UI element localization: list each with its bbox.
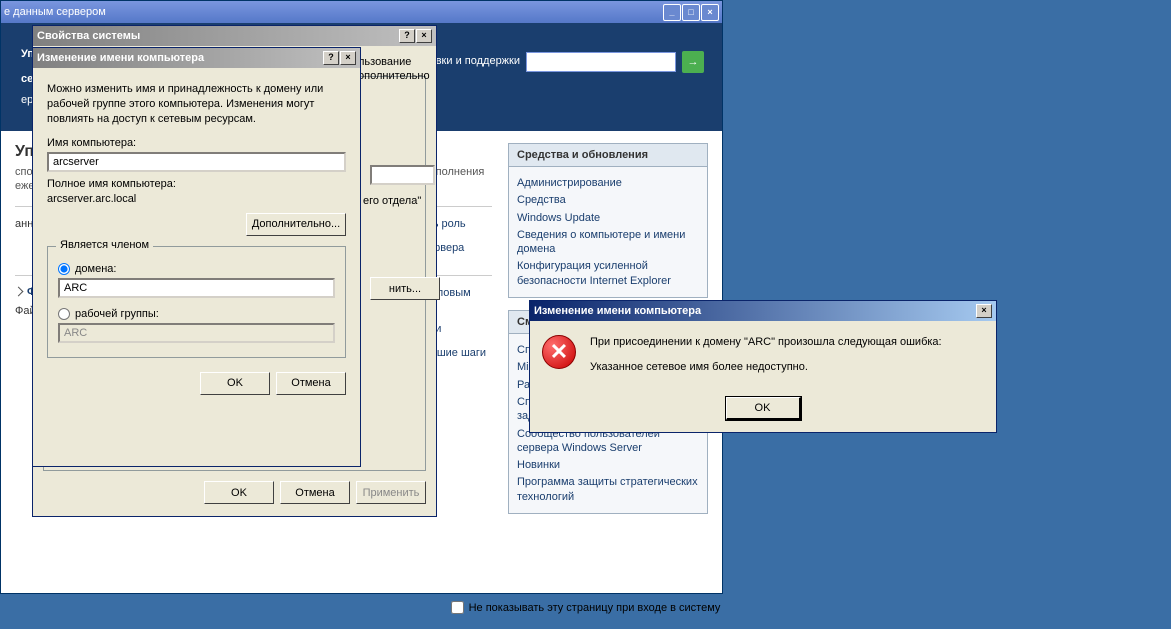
- cancel-button[interactable]: Отмена: [280, 481, 350, 504]
- obscured-input[interactable]: [370, 165, 435, 185]
- domain-radio[interactable]: [58, 263, 70, 275]
- obscured-change-button[interactable]: нить...: [370, 277, 440, 300]
- full-name-value: arcserver.arc.local: [47, 193, 346, 205]
- error-titlebar[interactable]: Изменение имени компьютера ×: [530, 301, 996, 321]
- apply-button[interactable]: Применить: [356, 481, 426, 504]
- side-link[interactable]: Сведения о компьютере и имени домена: [517, 228, 699, 257]
- side-link[interactable]: Windows Update: [517, 211, 699, 225]
- member-of-group: Является членом домена: рабочей группы:: [47, 246, 346, 358]
- search-go-button[interactable]: →: [682, 51, 704, 73]
- help-button[interactable]: ?: [399, 29, 415, 43]
- side-link[interactable]: Новинки: [517, 458, 699, 472]
- close-button[interactable]: ×: [416, 29, 432, 43]
- side-link[interactable]: Конфигурация усиленной безопасности Inte…: [517, 259, 699, 288]
- workgroup-input: [58, 323, 335, 343]
- workgroup-radio[interactable]: [58, 308, 70, 320]
- more-button[interactable]: Дополнительно...: [246, 213, 346, 236]
- ok-button[interactable]: OK: [726, 397, 801, 420]
- close-button[interactable]: ×: [976, 304, 992, 318]
- domain-label[interactable]: домена:: [75, 263, 116, 275]
- dont-show-input[interactable]: [451, 601, 464, 614]
- main-title: е данным сервером: [4, 6, 663, 18]
- error-title: Изменение имени компьютера: [534, 305, 976, 317]
- close-button[interactable]: ×: [701, 4, 719, 21]
- domain-input[interactable]: [58, 278, 335, 298]
- sysprops-titlebar[interactable]: Свойства системы ? ×: [33, 26, 436, 46]
- member-legend: Является членом: [56, 239, 153, 251]
- close-button[interactable]: ×: [340, 51, 356, 65]
- side-link[interactable]: Программа защиты стратегических технолог…: [517, 475, 699, 504]
- chevron-icon: [14, 287, 24, 297]
- main-titlebar[interactable]: е данным сервером _ □ ×: [1, 1, 722, 23]
- computer-name-input[interactable]: [47, 152, 346, 172]
- workgroup-label[interactable]: рабочей группы:: [75, 308, 159, 320]
- error-icon: ✕: [542, 335, 576, 369]
- rename-intro: Можно изменить имя и принадлежность к до…: [47, 82, 346, 127]
- side-link[interactable]: Средства: [517, 193, 699, 207]
- search-input[interactable]: [526, 52, 676, 72]
- rename-title: Изменение имени компьютера: [37, 52, 323, 64]
- dont-show-checkbox[interactable]: Не показывать эту страницу при входе в с…: [451, 601, 721, 614]
- tools-title: Средства и обновления: [509, 144, 707, 167]
- error-line2: Указанное сетевое имя более недоступно.: [590, 360, 942, 375]
- bottom-bar: Не показывать эту страницу при входе в с…: [0, 601, 1171, 617]
- error-dialog: Изменение имени компьютера × ✕ При присо…: [529, 300, 997, 433]
- cancel-button[interactable]: Отмена: [276, 372, 346, 395]
- computer-name-label: Имя компьютера:: [47, 137, 346, 149]
- tools-updates-box: Средства и обновления Администрирование …: [508, 143, 708, 298]
- full-name-label: Полное имя компьютера:: [47, 178, 346, 190]
- maximize-button[interactable]: □: [682, 4, 700, 21]
- error-line1: При присоединении к домену "ARC" произош…: [590, 335, 942, 350]
- side-link[interactable]: Администрирование: [517, 176, 699, 190]
- minimize-button[interactable]: _: [663, 4, 681, 21]
- help-button[interactable]: ?: [323, 51, 339, 65]
- rename-computer-dialog: Изменение имени компьютера ? × Можно изм…: [32, 47, 361, 467]
- rename-titlebar[interactable]: Изменение имени компьютера ? ×: [33, 48, 360, 68]
- ok-button[interactable]: OK: [204, 481, 274, 504]
- obscured-text: его отдела": [363, 195, 421, 207]
- ok-button[interactable]: OK: [200, 372, 270, 395]
- obscured-tabs: льзование ополнительно: [358, 56, 436, 84]
- sysprops-title: Свойства системы: [37, 30, 399, 42]
